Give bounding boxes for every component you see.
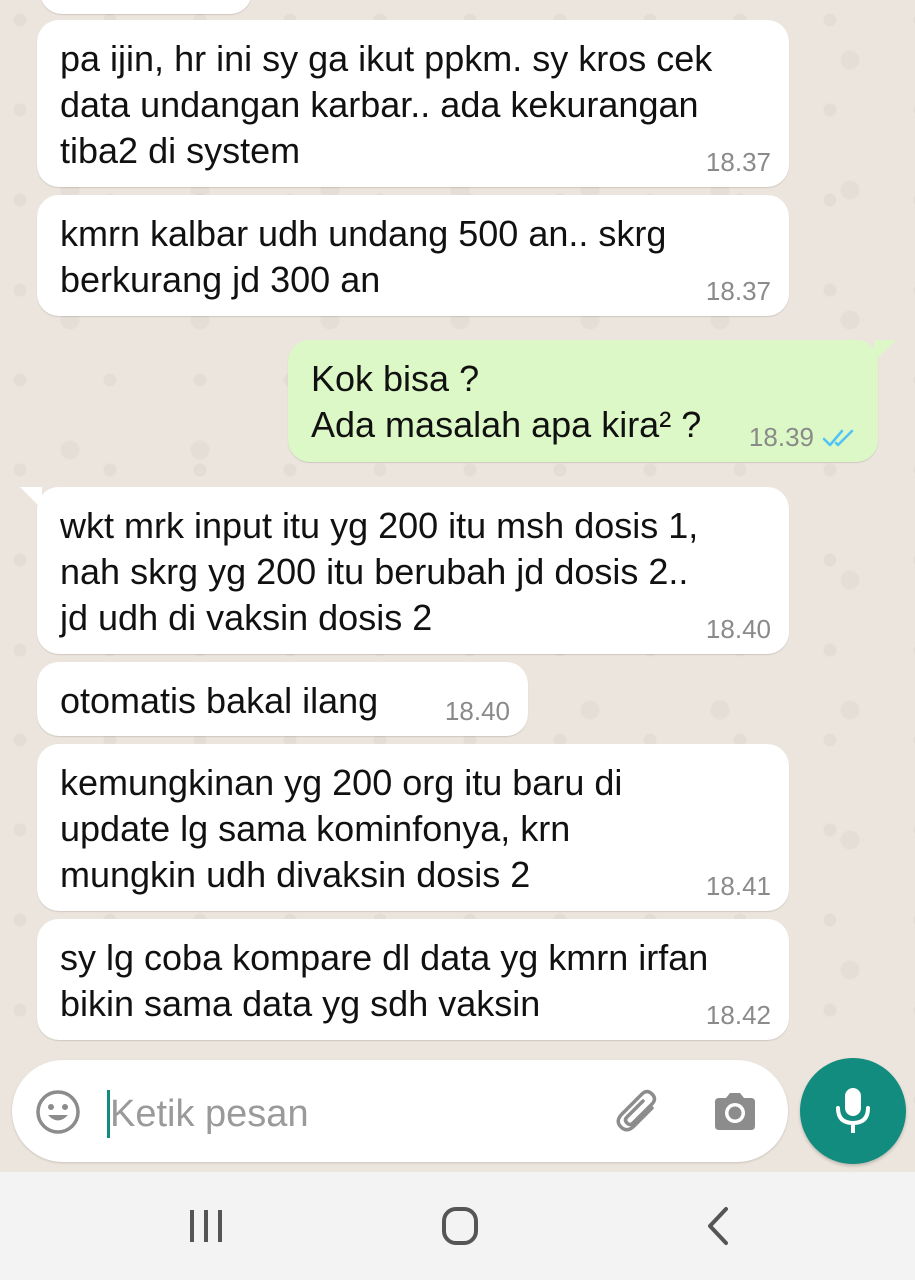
system-navigation-bar xyxy=(0,1172,915,1280)
back-icon[interactable] xyxy=(688,1202,748,1250)
message-time: 18.40 xyxy=(705,614,771,644)
message-text: otomatis bakal ilang xyxy=(60,680,379,721)
message-text: wkt mrk input itu yg 200 itu msh dosis 1… xyxy=(60,505,699,638)
message-bubble-incoming[interactable]: kmrn kalbar udh undang 500 an.. skrg ber… xyxy=(37,195,789,316)
message-input[interactable]: Ketik pesan xyxy=(110,1090,309,1138)
message-bubble-outgoing[interactable]: Kok bisa ? Ada masalah apa kira² ? 18.39 xyxy=(288,340,878,462)
message-bubble-incoming[interactable]: kemungkinan yg 200 org itu baru di updat… xyxy=(37,744,789,911)
recents-icon[interactable] xyxy=(176,1202,236,1250)
home-icon[interactable] xyxy=(430,1202,490,1250)
message-text: kmrn kalbar udh undang 500 an.. skrg ber… xyxy=(60,213,667,300)
message-text: pa ijin, hr ini sy ga ikut ppkm. sy kros… xyxy=(60,38,713,171)
message-time: 18.37 xyxy=(705,147,771,177)
read-double-check-icon xyxy=(822,429,854,447)
message-time: 18.41 xyxy=(705,871,771,901)
chat-background: pa ijin, hr ini sy ga ikut ppkm. sy kros… xyxy=(0,0,915,1172)
message-bubble-incoming[interactable]: wkt mrk input itu yg 200 itu msh dosis 1… xyxy=(37,487,789,654)
message-time: 18.39 xyxy=(749,424,856,450)
message-time: 18.40 xyxy=(444,696,510,726)
message-bubble-incoming[interactable]: otomatis bakal ilang 18.40 xyxy=(37,662,528,736)
microphone-icon[interactable] xyxy=(800,1058,906,1164)
message-text: sy lg coba kompare dl data yg kmrn irfan… xyxy=(60,937,709,1024)
message-composer[interactable]: Ketik pesan xyxy=(12,1060,788,1162)
message-time: 18.37 xyxy=(705,276,771,306)
message-bubble-incoming[interactable]: sy lg coba kompare dl data yg kmrn irfan… xyxy=(37,919,789,1040)
paperclip-icon[interactable] xyxy=(612,1088,664,1136)
partial-message-bubble[interactable] xyxy=(40,0,252,14)
message-text: kemungkinan yg 200 org itu baru di updat… xyxy=(60,762,623,895)
message-time: 18.42 xyxy=(705,1000,771,1030)
emoji-icon[interactable] xyxy=(34,1088,82,1136)
camera-icon[interactable] xyxy=(710,1088,760,1136)
message-bubble-incoming[interactable]: pa ijin, hr ini sy ga ikut ppkm. sy kros… xyxy=(37,20,789,187)
